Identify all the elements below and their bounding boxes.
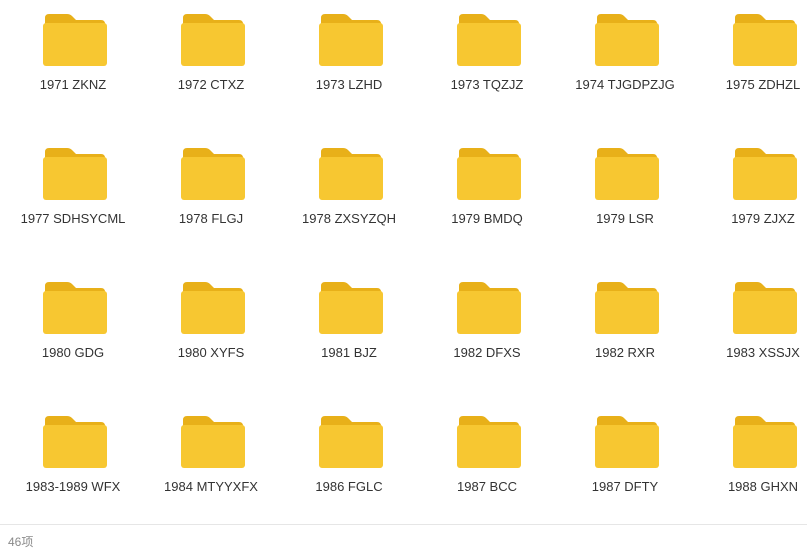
folder-icon [733,282,797,334]
folder-label: 1974 TJGDPZJG [575,77,675,92]
folder-icon [319,416,383,468]
folder-icon [43,14,107,66]
status-bar: 46项 [0,524,807,553]
folder-item[interactable]: 1979 ZJXZ [694,136,807,246]
folder-label: 1972 CTXZ [177,77,245,92]
folder-label: 1977 SDHSYCML [20,211,126,226]
folder-icon [181,416,245,468]
folder-icon [181,148,245,200]
folder-icon [319,14,383,66]
folder-label: 1980 XYFS [177,345,245,360]
folder-label: 1984 MTYYXFX [164,479,258,494]
folder-icon [595,282,659,334]
folder-label: 1979 BMDQ [451,211,523,226]
folder-item[interactable]: 1972 CTXZ [142,2,280,112]
folder-icon [595,148,659,200]
folder-label: 1980 GDG [41,345,105,360]
folder-label: 1987 BCC [457,479,517,494]
folder-item[interactable]: 1987 BCC [418,404,556,514]
folder-label: 1979 LSR [596,211,654,226]
folder-label: 1982 RXR [595,345,655,360]
folder-label: 1979 ZJXZ [731,211,795,226]
folder-item[interactable]: 1981 BJZ [280,270,418,380]
folder-item[interactable]: 1971 ZKNZ [4,2,142,112]
folder-item[interactable]: 1978 FLGJ [142,136,280,246]
folder-item[interactable]: 1979 LSR [556,136,694,246]
folder-label: 1983-1989 WFX [25,479,121,494]
folder-label: 1978 ZXSYZQH [302,211,396,226]
folder-label: 1973 LZHD [315,77,383,92]
folder-item[interactable]: 1975 ZDHZL [694,2,807,112]
folder-icon [733,148,797,200]
folder-icon [733,416,797,468]
folder-item[interactable]: 1973 LZHD [280,2,418,112]
folder-icon [43,148,107,200]
folder-icon [319,148,383,200]
folder-icon [733,14,797,66]
folder-label: 1988 GHXN [727,479,799,494]
folder-item[interactable]: 1984 MTYYXFX [142,404,280,514]
folder-label: 1981 BJZ [321,345,377,360]
folder-label: 1983 XSSJX [726,345,800,360]
folder-icon [181,14,245,66]
folder-icon [457,14,521,66]
folder-item[interactable]: 1982 DFXS [418,270,556,380]
folder-item[interactable]: 1983 XSSJX [694,270,807,380]
folder-label: 1986 FGLC [315,479,383,494]
folder-item[interactable]: 1983-1989 WFX [4,404,142,514]
folder-icon [181,282,245,334]
folder-icon [457,282,521,334]
folder-icon [595,416,659,468]
folder-label: 1978 FLGJ [178,211,244,226]
folder-item[interactable]: 1980 XYFS [142,270,280,380]
item-count: 46项 [8,535,34,549]
folder-item[interactable]: 1977 SDHSYCML [4,136,142,246]
folder-icon [457,148,521,200]
folder-label: 1973 TQZJZ [450,77,524,92]
folder-item[interactable]: 1986 FGLC [280,404,418,514]
folder-icon [457,416,521,468]
folder-grid: 1971 ZKNZ 1972 CTXZ 1973 LZHD 1973 TQZJZ 197… [0,0,807,524]
folder-label: 1982 DFXS [453,345,521,360]
folder-item[interactable]: 1973 TQZJZ [418,2,556,112]
folder-label: 1987 DFTY [591,479,659,494]
folder-item[interactable]: 1978 ZXSYZQH [280,136,418,246]
folder-item[interactable]: 1982 RXR [556,270,694,380]
folder-item[interactable]: 1987 DFTY [556,404,694,514]
folder-item[interactable]: 1980 GDG [4,270,142,380]
folder-icon [43,282,107,334]
folder-icon [43,416,107,468]
folder-label: 1975 ZDHZL [725,77,801,92]
folder-item[interactable]: 1979 BMDQ [418,136,556,246]
folder-item[interactable]: 1988 GHXN [694,404,807,514]
folder-icon [319,282,383,334]
folder-icon [595,14,659,66]
folder-label: 1971 ZKNZ [39,77,107,92]
folder-item[interactable]: 1974 TJGDPZJG [556,2,694,112]
